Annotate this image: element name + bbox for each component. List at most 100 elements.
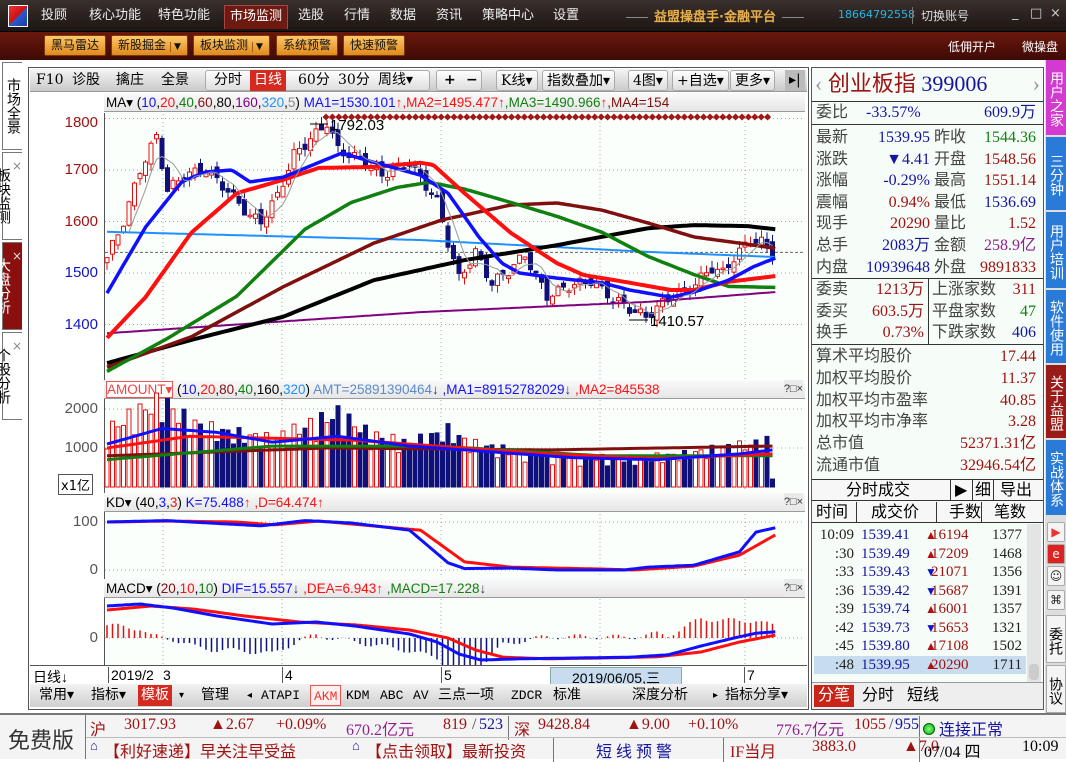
indicator-dropdown[interactable]: MACD▾ xyxy=(106,581,153,596)
tick-row[interactable]: :33 1539.43 21071 ▼ 1356 xyxy=(814,563,1026,581)
menu-news[interactable]: 资讯 xyxy=(431,5,467,29)
tab-common[interactable]: 常用▾ xyxy=(36,685,77,706)
panel-controls[interactable]: ?□× xyxy=(783,380,803,398)
close-button[interactable]: × xyxy=(1050,6,1061,21)
tab-ticks[interactable]: 分笔 xyxy=(814,685,855,707)
tab-indicators[interactable]: 指标▾ xyxy=(88,685,129,706)
indicator-av[interactable]: AV xyxy=(410,685,432,706)
gift-icon[interactable]: ⌘ xyxy=(1047,590,1065,610)
home-icon[interactable]: ⌂ xyxy=(352,738,360,754)
chevron-down-icon[interactable]: ▼ xyxy=(170,42,181,52)
volume-chart-panel[interactable] xyxy=(104,399,805,493)
indicator-three-point[interactable]: 三点一项 xyxy=(435,685,497,706)
menu-advisor[interactable]: 投顾 xyxy=(36,5,72,29)
menu-market-monitor[interactable]: 市场监测 xyxy=(224,5,289,29)
period-intraday[interactable]: 分时 xyxy=(210,70,246,91)
kd-chart-panel[interactable] xyxy=(104,512,805,579)
layout-dropdown[interactable]: 4图▾ xyxy=(628,70,668,91)
zoom-in-button[interactable]: + xyxy=(440,70,460,91)
period-30min[interactable]: 30分 xyxy=(334,70,374,91)
qq-icon[interactable]: ☺ xyxy=(1047,566,1065,586)
indicator-standard[interactable]: 标准 xyxy=(550,685,584,706)
tick-row[interactable]: :42 1539.73 15653 ▼ 1321 xyxy=(814,619,1026,637)
indicator-atapi[interactable]: ATAPI xyxy=(258,685,303,706)
indicator-deep-analysis[interactable]: 深度分析 xyxy=(610,685,710,706)
play-icon[interactable]: ▶ xyxy=(1047,522,1065,542)
panel-controls[interactable]: ?□× xyxy=(783,493,803,511)
indicator-share-dropdown[interactable]: 指标分享▾ xyxy=(722,685,791,706)
side-tab-software-usage[interactable]: 软件使用 xyxy=(1046,290,1066,363)
short-term-alert[interactable]: 短 线 预 警 xyxy=(553,738,723,762)
news-link-1[interactable]: 【利好速递】早关注早受益 xyxy=(104,738,296,762)
home-icon[interactable]: ⌂ xyxy=(90,738,98,754)
menu-stock-picker[interactable]: 选股 xyxy=(293,5,329,29)
micro-trade-link[interactable]: 微操盘 xyxy=(1022,38,1058,55)
zoom-out-button[interactable]: − xyxy=(462,70,482,91)
next-stock-icon[interactable]: › xyxy=(1033,68,1040,100)
indicator-dropdown[interactable]: AMOUNT▾ xyxy=(106,381,174,398)
tab-short-term[interactable]: 短线 xyxy=(907,683,939,709)
switch-account-link[interactable]: 切换账号 xyxy=(912,7,969,24)
period-daily[interactable]: 日线 xyxy=(250,70,286,91)
indicator-zdcr[interactable]: ZDCR xyxy=(508,685,545,706)
watchlist-dropdown[interactable]: +自选▾ xyxy=(672,70,729,91)
close-icon[interactable]: × xyxy=(12,247,22,265)
system-alert-button[interactable]: 系统预警 xyxy=(276,35,339,56)
chevron-down-icon[interactable]: ▼ xyxy=(252,42,263,52)
menu-strategy[interactable]: 策略中心 xyxy=(477,5,539,29)
menu-data[interactable]: 数据 xyxy=(385,5,421,29)
side-tab-practice[interactable]: 实战体系 xyxy=(1046,440,1066,515)
diagnose-button[interactable]: 诊股 xyxy=(68,70,104,91)
prev-stock-icon[interactable]: ‹ xyxy=(815,71,822,96)
kline-dropdown[interactable]: K线▾ xyxy=(496,70,538,91)
export-button[interactable]: 导出 xyxy=(993,480,1032,501)
tick-row[interactable]: :45 1539.80 17108 ▲ 1502 xyxy=(814,637,1026,655)
f10-button[interactable]: F10 xyxy=(32,70,68,91)
close-icon[interactable]: × xyxy=(12,157,22,175)
period-weekly[interactable]: 周线▾ xyxy=(374,70,417,91)
play-icon[interactable]: ▶ xyxy=(950,480,972,501)
collapse-panel-button[interactable]: ▸| xyxy=(785,70,805,91)
tab-templates[interactable]: 模板 xyxy=(138,685,172,706)
left-tab-stock-analysis[interactable]: × 个股分析 xyxy=(0,332,22,420)
menu-settings[interactable]: 设置 xyxy=(548,5,584,29)
new-stock-button[interactable]: 新股掘金 ▼ xyxy=(111,35,188,56)
menu-core[interactable]: 核心功能 xyxy=(84,5,146,29)
close-icon[interactable]: × xyxy=(12,337,22,355)
side-tab-about[interactable]: 关于益盟 xyxy=(1046,365,1066,438)
more-dropdown[interactable]: 更多▾ xyxy=(730,70,776,91)
menu-quotes[interactable]: 行情 xyxy=(339,5,375,29)
tick-row[interactable]: :30 1539.49 17209 ▲ 1468 xyxy=(814,545,1026,563)
tick-row[interactable]: :36 1539.42 15687 ▼ 1391 xyxy=(814,582,1026,600)
tab-manage[interactable]: 管理 xyxy=(198,685,232,706)
indicator-kdm[interactable]: KDM xyxy=(343,685,372,706)
dark-horse-radar-button[interactable]: 黑马雷达 xyxy=(44,35,107,56)
quick-alert-button[interactable]: 快速预警 xyxy=(343,35,406,56)
detail-button[interactable]: 细 xyxy=(972,480,991,501)
side-tab-agreement[interactable]: 协议 xyxy=(1046,665,1066,713)
news-link-2[interactable]: 【点击领取】最新投资 xyxy=(366,738,526,762)
open-account-link[interactable]: 低佣开户 xyxy=(948,38,996,55)
left-tab-market-analysis[interactable]: × 大盘分析 xyxy=(0,242,22,330)
chevron-down-icon[interactable]: ▾ xyxy=(176,685,187,706)
index-overlay-dropdown[interactable]: 指数叠加▾ xyxy=(542,70,616,91)
side-tab-three-minutes[interactable]: 三分钟 xyxy=(1046,137,1066,210)
indicator-abc[interactable]: ABC xyxy=(377,685,406,706)
menu-features[interactable]: 特色功能 xyxy=(153,5,215,29)
period-60min[interactable]: 60分 xyxy=(294,70,334,91)
tick-row[interactable]: :48 1539.95 20290 ▲ 1711 xyxy=(814,655,1026,674)
side-tab-entrust[interactable]: 委托 xyxy=(1046,615,1066,663)
indicator-dropdown[interactable]: MA▾ xyxy=(106,95,133,110)
macd-chart-panel[interactable] xyxy=(104,598,805,665)
banker-button[interactable]: 擒庄 xyxy=(112,70,148,91)
scrollbar-thumb[interactable] xyxy=(1029,664,1039,680)
scroll-left-icon[interactable]: ◂ xyxy=(244,685,255,706)
side-tab-user-training[interactable]: 用户培训 xyxy=(1046,212,1066,288)
panel-controls[interactable]: ?□× xyxy=(783,579,803,597)
ticks-scrollbar[interactable] xyxy=(1027,524,1041,682)
chat-icon[interactable]: e xyxy=(1047,544,1065,564)
minimize-button[interactable]: _ xyxy=(1012,6,1019,21)
left-tab-market-overview[interactable]: 市场全景 xyxy=(2,62,22,150)
indicator-akm[interactable]: AKM xyxy=(310,685,342,706)
indicator-dropdown[interactable]: KD▾ xyxy=(106,495,132,510)
